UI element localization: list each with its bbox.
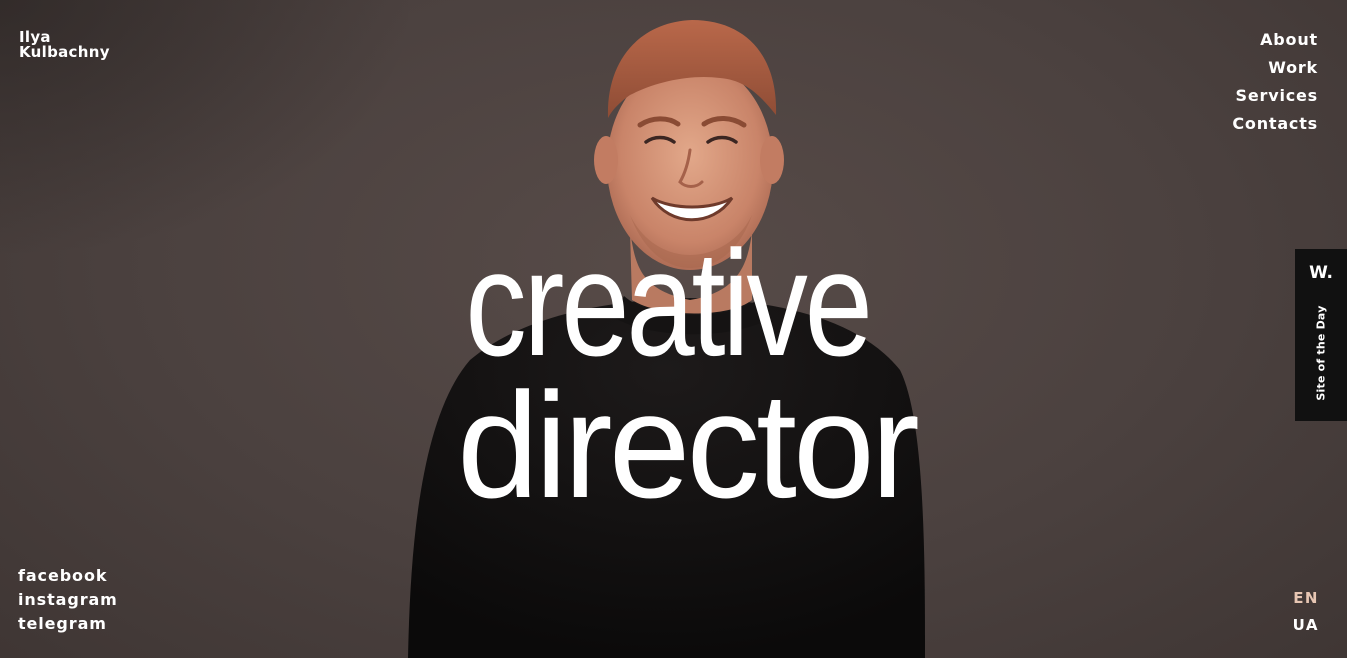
portrait-image — [408, 20, 925, 658]
brand-logo-link[interactable]: Ilya Kulbachny — [19, 30, 110, 60]
nav-item-about[interactable]: About — [1232, 26, 1318, 54]
social-link-telegram[interactable]: telegram — [18, 612, 118, 636]
ribbon-label: Site of the Day — [1314, 305, 1328, 401]
language-switch: EN UA — [1293, 585, 1319, 639]
brand-last-name: Kulbachny — [19, 43, 110, 61]
language-option-ua[interactable]: UA — [1293, 612, 1319, 639]
site-of-the-day-ribbon[interactable]: W. Site of the Day — [1295, 249, 1347, 421]
awwwards-logo-icon: W. — [1309, 263, 1333, 283]
social-link-instagram[interactable]: instagram — [18, 588, 118, 612]
nav-item-contacts[interactable]: Contacts — [1232, 110, 1318, 138]
language-option-en[interactable]: EN — [1293, 585, 1319, 612]
social-links: facebook instagram telegram — [18, 564, 118, 636]
main-nav: About Work Services Contacts — [1232, 26, 1318, 138]
social-link-facebook[interactable]: facebook — [18, 564, 118, 588]
hero-page: Ilya Kulbachny About Work Services Conta… — [0, 0, 1347, 658]
nav-item-work[interactable]: Work — [1232, 54, 1318, 82]
nav-item-services[interactable]: Services — [1232, 82, 1318, 110]
